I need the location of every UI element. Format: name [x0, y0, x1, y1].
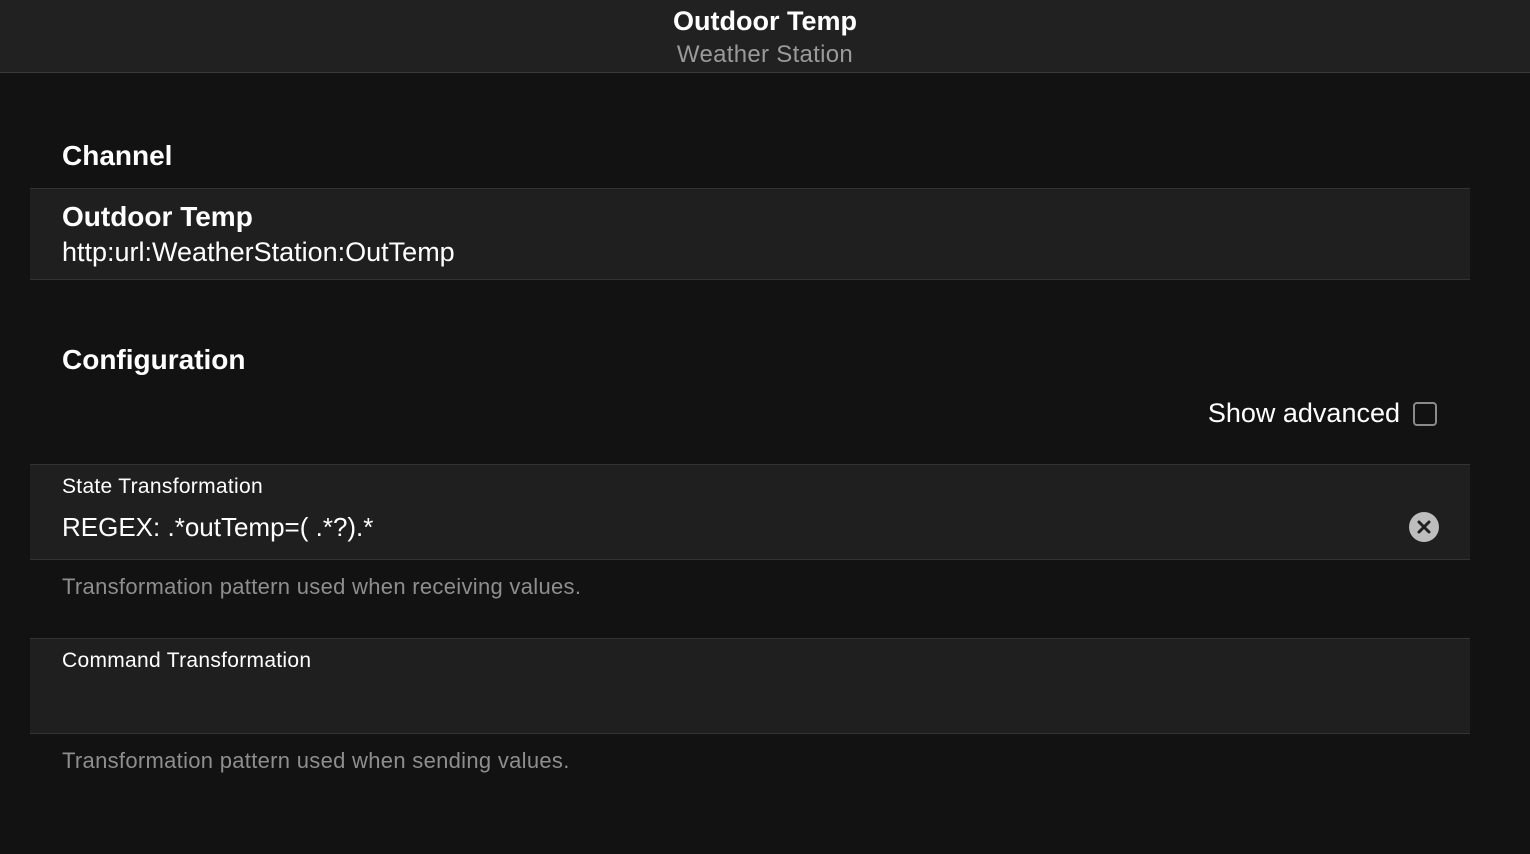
- navbar: Outdoor Temp Weather Station: [0, 0, 1530, 73]
- checkbox-unchecked-icon[interactable]: [1413, 402, 1437, 426]
- nav-subtitle: Weather Station: [676, 41, 854, 68]
- nav-title: Outdoor Temp: [673, 6, 857, 36]
- show-advanced-toggle[interactable]: Show advanced: [1160, 396, 1440, 436]
- state-transformation-input[interactable]: [62, 509, 1392, 545]
- channel-block-title: Channel: [62, 140, 173, 171]
- clear-circle-x-icon[interactable]: [1409, 512, 1439, 542]
- command-transformation-label: Command Transformation: [62, 649, 312, 672]
- channel-card[interactable]: Outdoor Temp http:url:WeatherStation:Out…: [30, 188, 1470, 280]
- command-transformation-helper: Transformation pattern used when sending…: [62, 748, 570, 773]
- show-advanced-label: Show advanced: [1207, 398, 1400, 428]
- channel-uid: http:url:WeatherStation:OutTemp: [62, 237, 455, 267]
- command-transformation-input[interactable]: [62, 683, 1392, 719]
- state-transformation-helper: Transformation pattern used when receivi…: [62, 574, 582, 599]
- channel-name: Outdoor Temp: [62, 201, 253, 232]
- state-transformation-label: State Transformation: [62, 475, 263, 498]
- command-transformation-field: Command Transformation: [30, 638, 1470, 734]
- configuration-block-title: Configuration: [62, 344, 246, 375]
- state-transformation-field: State Transformation: [30, 464, 1470, 560]
